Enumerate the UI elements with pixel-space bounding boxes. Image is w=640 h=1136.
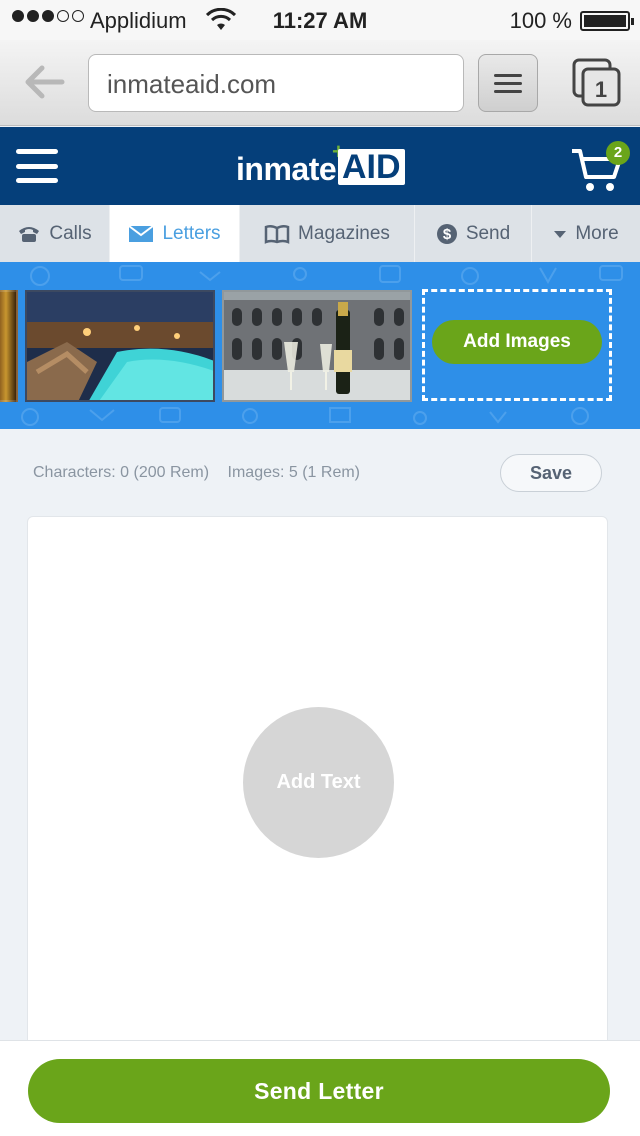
characters-count: Characters: 0 (200 Rem) [33, 464, 210, 481]
tab-label: Letters [162, 222, 221, 244]
address-bar[interactable]: inmateaid.com [88, 54, 464, 112]
tabs-icon[interactable]: 1 [572, 58, 622, 108]
back-arrow-icon[interactable] [22, 62, 66, 102]
tab-send[interactable]: $ Send [415, 205, 532, 262]
tab-label: Calls [49, 222, 92, 244]
caret-down-icon [554, 230, 567, 238]
status-bar: Applidium 11:27 AM 100 % [0, 0, 640, 40]
letter-image-thumbnail[interactable] [222, 290, 412, 402]
cart-count-badge: 2 [606, 141, 630, 165]
tab-label: Send [465, 222, 511, 244]
tab-navigation: Calls Letters Magazines $ Send More [0, 205, 640, 262]
letter-image-thumbnail[interactable] [0, 290, 18, 402]
tab-more[interactable]: More [532, 205, 640, 262]
tab-calls[interactable]: Calls [0, 205, 110, 262]
inmateaid-logo[interactable]: inmate + AID [236, 139, 406, 189]
battery-percent: 100 % [509, 8, 572, 33]
phone-icon [19, 226, 40, 242]
svg-text:$: $ [443, 226, 452, 243]
battery-icon [580, 11, 634, 31]
add-text-button[interactable]: Add Text [243, 707, 394, 858]
app-header: inmate + AID [0, 127, 640, 205]
send-letter-button[interactable]: Send Letter [28, 1059, 610, 1123]
envelope-icon [128, 224, 155, 242]
letter-image-thumbnail[interactable] [25, 290, 215, 402]
save-button[interactable]: Save [500, 454, 602, 492]
images-count: Images: 5 (1 Rem) [227, 464, 360, 481]
tab-count: 1 [595, 77, 607, 102]
letter-counters: Characters: 0 (200 Rem) Images: 5 (1 Rem… [33, 464, 360, 482]
tab-magazines[interactable]: Magazines [240, 205, 415, 262]
reader-menu-button[interactable] [478, 54, 538, 112]
tab-label: Magazines [298, 222, 390, 244]
tab-label: More [575, 222, 619, 244]
browser-toolbar: inmateaid.com 1 [0, 40, 640, 126]
open-book-icon [264, 224, 290, 244]
dollar-icon: $ [436, 223, 457, 244]
add-images-button[interactable]: Add Images [432, 320, 602, 364]
menu-icon[interactable] [16, 149, 58, 183]
tab-letters[interactable]: Letters [110, 205, 240, 262]
